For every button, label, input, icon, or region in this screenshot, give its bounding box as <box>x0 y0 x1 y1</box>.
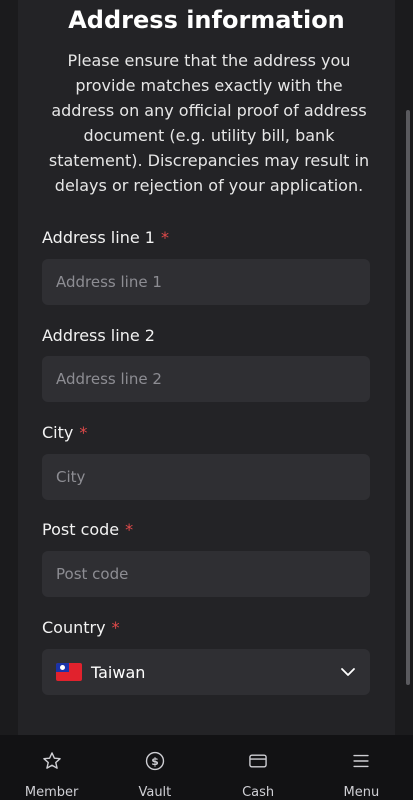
svg-text:$: $ <box>151 755 158 768</box>
taiwan-flag-icon <box>56 663 82 681</box>
chevron-down-icon <box>341 668 355 676</box>
page-title: Address information <box>68 6 345 34</box>
address-line-1-label-text: Address line 1 <box>42 228 155 247</box>
nav-label-vault: Vault <box>138 785 172 800</box>
post-code-input[interactable] <box>42 551 370 597</box>
required-marker: * <box>111 618 120 637</box>
dollar-circle-icon: $ <box>145 751 165 771</box>
city-input[interactable] <box>42 454 370 500</box>
country-label-text: Country <box>42 618 106 637</box>
country-selected-value: Taiwan <box>91 662 146 682</box>
nav-item-menu[interactable]: Menu <box>310 735 413 800</box>
country-label: Country * <box>42 618 120 637</box>
scrollbar[interactable] <box>406 110 410 685</box>
star-icon <box>42 752 61 769</box>
address-line-2-label-text: Address line 2 <box>42 326 155 345</box>
required-marker: * <box>160 228 169 247</box>
hamburger-menu-icon <box>353 754 369 768</box>
city-label-text: City <box>42 423 74 442</box>
address-form-panel: Address information Please ensure that t… <box>18 0 395 735</box>
city-label: City * <box>42 423 87 442</box>
card-icon <box>249 754 267 768</box>
bottom-navigation: Member $ Vault Cash Menu <box>0 735 413 800</box>
post-code-label-text: Post code <box>42 520 120 539</box>
address-line-1-label: Address line 1 * <box>42 228 169 247</box>
country-select[interactable]: Taiwan <box>42 649 370 695</box>
nav-item-member[interactable]: Member <box>0 735 103 800</box>
address-line-2-label: Address line 2 <box>42 326 155 345</box>
nav-item-vault[interactable]: $ Vault <box>103 735 206 800</box>
address-description: Please ensure that the address you provi… <box>48 51 370 195</box>
required-marker: * <box>125 520 134 539</box>
nav-item-cash[interactable]: Cash <box>207 735 310 800</box>
nav-label-cash: Cash <box>242 785 275 800</box>
post-code-label: Post code * <box>42 520 133 539</box>
nav-label-member: Member <box>24 785 79 800</box>
required-marker: * <box>79 423 88 442</box>
address-line-2-input[interactable] <box>42 356 370 402</box>
address-line-1-input[interactable] <box>42 259 370 305</box>
nav-label-menu: Menu <box>343 785 380 800</box>
